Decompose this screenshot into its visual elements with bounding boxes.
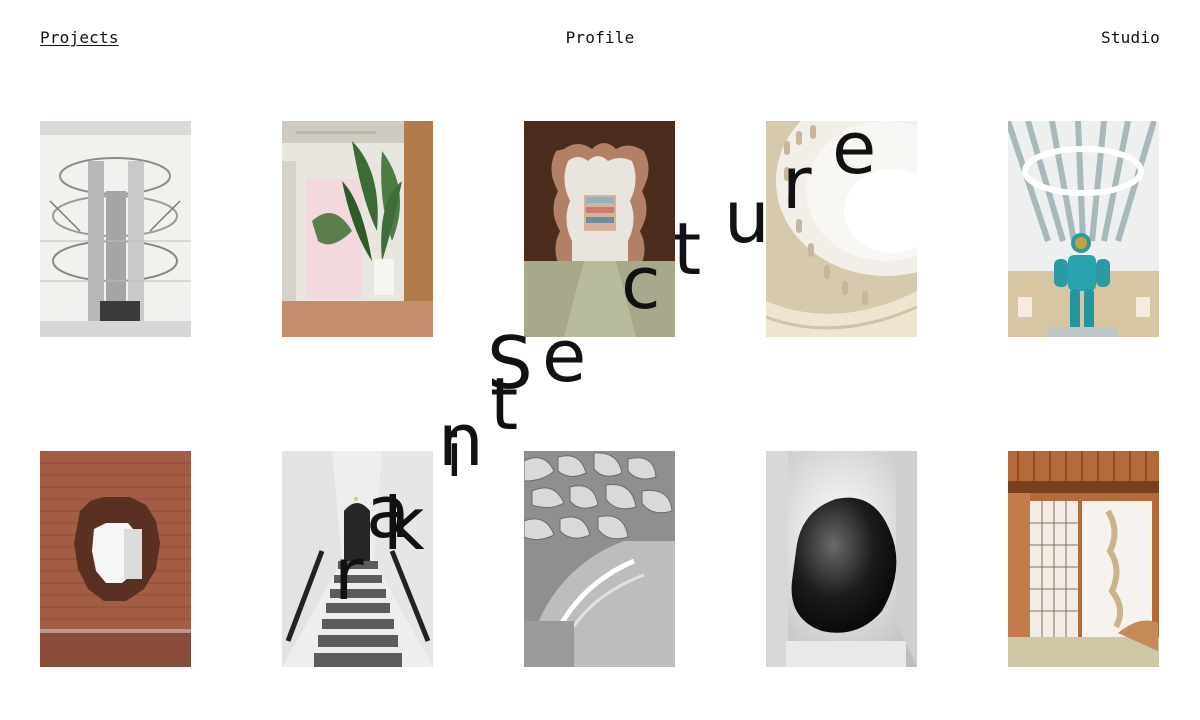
chrome-atrium-image bbox=[40, 121, 191, 337]
project-thumbnail-7[interactable] bbox=[282, 451, 433, 667]
project-thumbnail-9[interactable] bbox=[766, 451, 917, 667]
project-thumbnail-1[interactable] bbox=[40, 121, 191, 337]
project-grid bbox=[0, 0, 1200, 720]
stairway-image bbox=[282, 451, 433, 667]
project-thumbnail-2[interactable] bbox=[282, 121, 433, 337]
astronaut-hall-image bbox=[1008, 121, 1159, 337]
project-thumbnail-10[interactable] bbox=[1008, 451, 1159, 667]
project-thumbnail-8[interactable] bbox=[524, 451, 675, 667]
project-thumbnail-3[interactable] bbox=[524, 121, 675, 337]
brick-wall-hole-image bbox=[40, 451, 191, 667]
plant-corridor-image bbox=[282, 121, 433, 337]
shoji-room-image bbox=[1008, 451, 1159, 667]
project-thumbnail-5[interactable] bbox=[1008, 121, 1159, 337]
plaster-dome-image bbox=[766, 121, 917, 337]
project-thumbnail-4[interactable] bbox=[766, 121, 917, 337]
wavy-portal-image bbox=[524, 121, 675, 337]
black-sculpture-image bbox=[766, 451, 917, 667]
sculpted-ceiling-image bbox=[524, 451, 675, 667]
project-thumbnail-6[interactable] bbox=[40, 451, 191, 667]
